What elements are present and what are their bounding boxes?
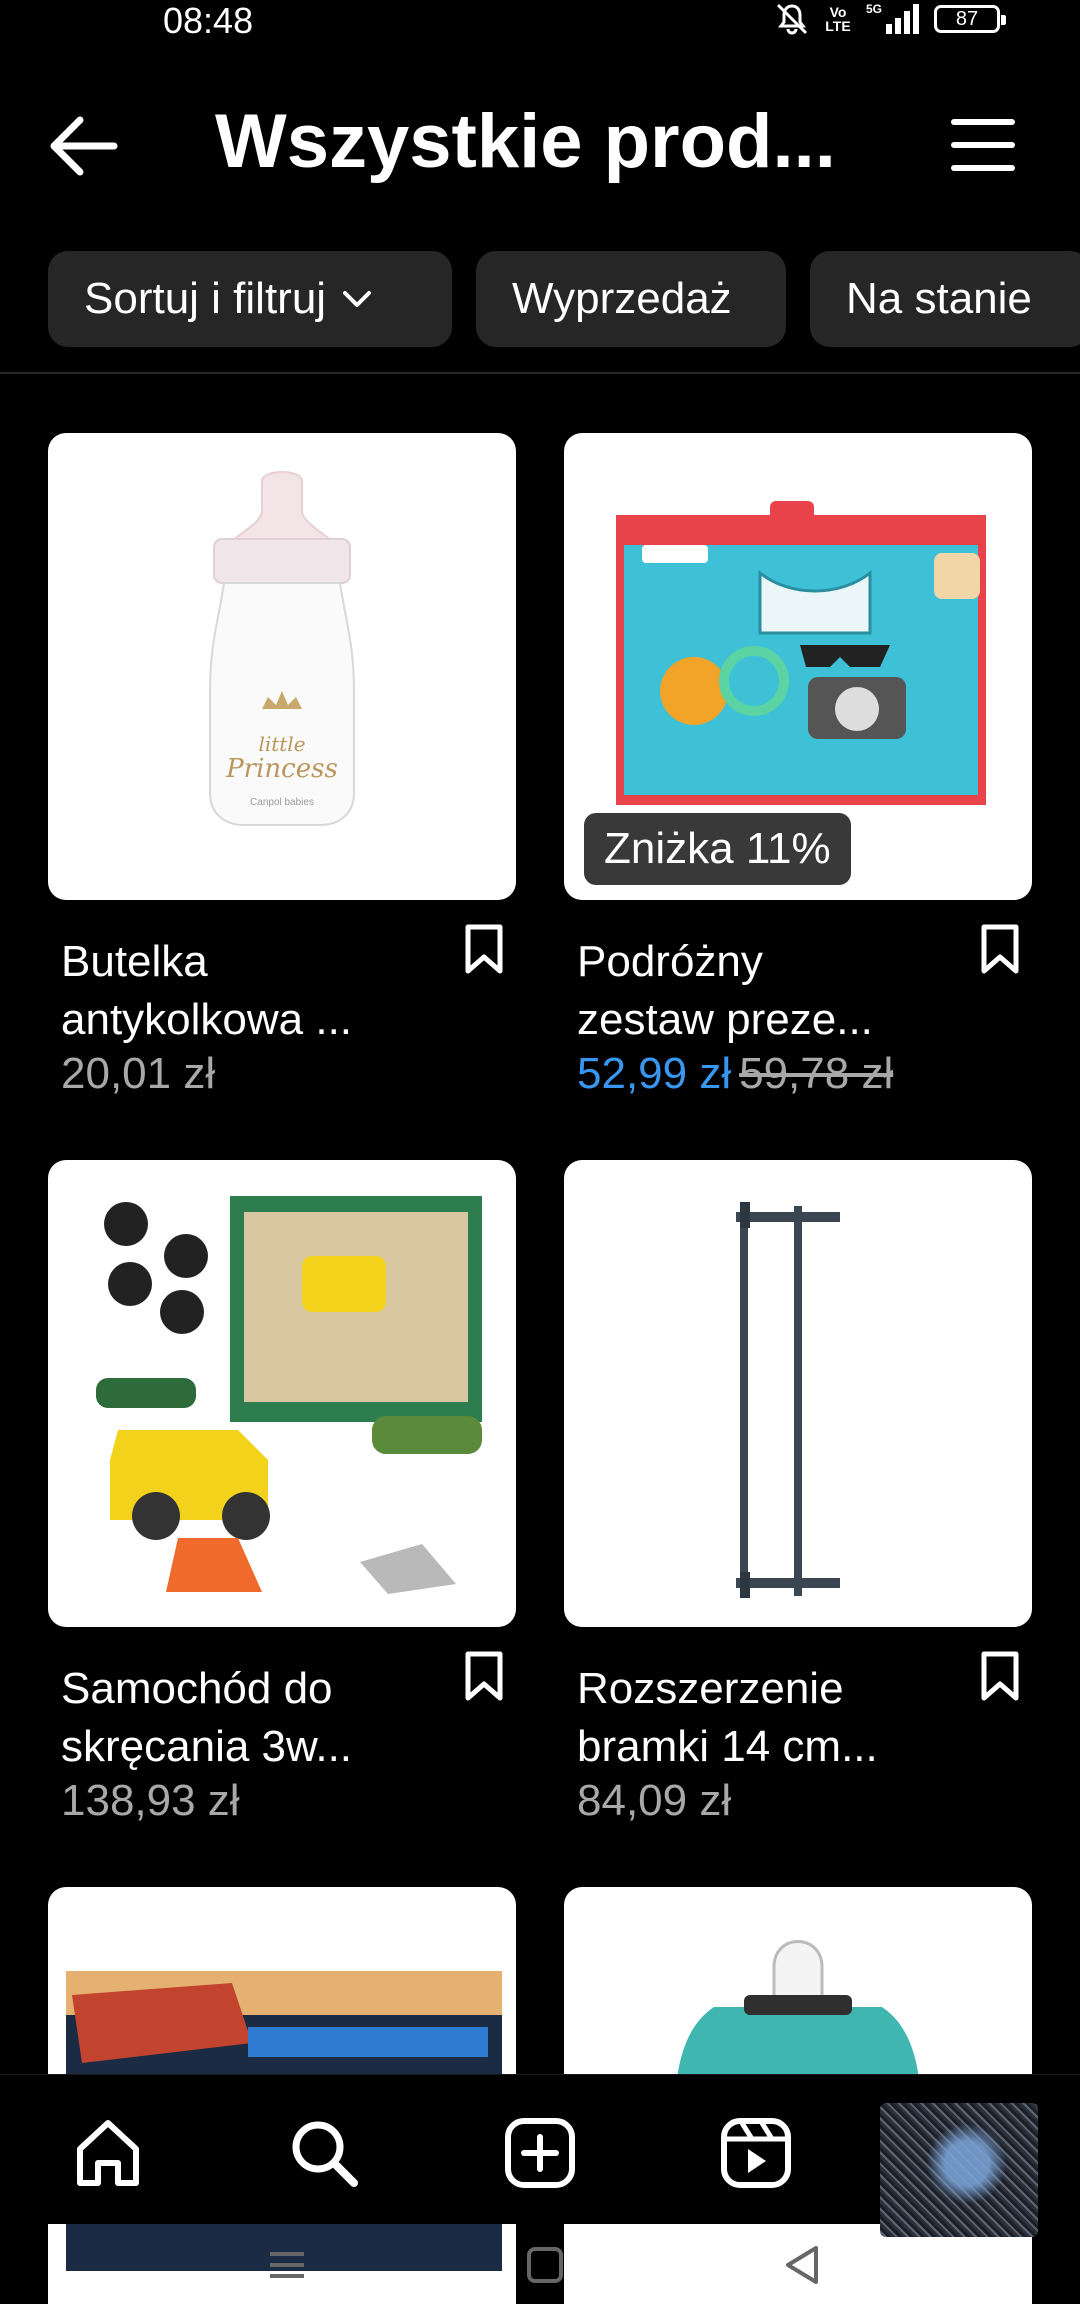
reels-icon (721, 2118, 791, 2188)
menu-button[interactable] (950, 112, 1016, 178)
status-bar: 08:48 Vo LTE 5G 87 (0, 0, 1080, 44)
bookmark-icon (465, 1651, 503, 1701)
chevron-down-icon (342, 289, 372, 309)
create-icon (505, 2118, 575, 2188)
divider (0, 372, 1080, 374)
svg-text:5G: 5G (866, 2, 882, 16)
filter-chips: Sortuj i filtruj Wyprzedaż Na stanie (48, 251, 1080, 347)
page-header: Wszystkie prod... (0, 90, 1080, 200)
bookmark-icon (981, 1651, 1019, 1701)
page-title: Wszystkie prod... (215, 99, 836, 184)
baby-bottle-image: little Princess Canpol babies (209, 471, 355, 826)
gate-extension-image (736, 1202, 840, 1598)
bookmark-button[interactable] (460, 923, 508, 975)
back-button[interactable] (44, 112, 124, 180)
sale-chip[interactable]: Wyprzedaż (476, 251, 786, 347)
product-image[interactable]: little Princess Canpol babies (48, 433, 516, 900)
arrow-left-icon (50, 116, 118, 176)
home-button-icon (527, 2247, 563, 2283)
toy-car-set-image (96, 1196, 482, 1594)
home-icon (77, 2120, 139, 2186)
product-image[interactable] (564, 1160, 1032, 1627)
product-name[interactable]: Podróżny zestaw preze... (577, 933, 977, 1049)
product-price: 138,93 zł (61, 1776, 240, 1825)
sale-price: 52,99 zł (577, 1049, 732, 1098)
recents-button[interactable] (262, 2240, 312, 2290)
product-price: 52,99 zł 59,78 zł (577, 1049, 893, 1099)
volte-icon: Vo LTE (825, 4, 851, 34)
nav-reels[interactable] (718, 2115, 794, 2191)
sort-filter-label: Sortuj i filtruj (84, 274, 327, 323)
discount-badge: Zniżka 11% (584, 813, 851, 885)
hamburger-menu-icon (951, 119, 1015, 171)
profile-avatar[interactable] (880, 2103, 1038, 2237)
product-name[interactable]: Butelka antykolkowa ... (61, 933, 461, 1049)
nav-search[interactable] (286, 2115, 362, 2191)
product-price: 20,01 zł (61, 1049, 216, 1098)
status-icons: Vo LTE 5G 87 (774, 2, 1006, 36)
product-name[interactable]: Samochód do skręcania 3w... (61, 1660, 461, 1776)
in-stock-chip[interactable]: Na stanie (810, 251, 1080, 347)
svg-text:Princess: Princess (225, 754, 338, 784)
battery-level: 87 (955, 7, 979, 30)
old-price: 59,78 zł (739, 1049, 894, 1098)
product-name[interactable]: Rozszerzenie bramki 14 cm... (577, 1660, 977, 1776)
recents-icon (270, 2252, 304, 2278)
bookmark-button[interactable] (460, 1650, 508, 1702)
nav-home[interactable] (70, 2115, 146, 2191)
sale-chip-label: Wyprzedaż (512, 274, 732, 323)
search-icon (292, 2121, 358, 2187)
bookmark-button[interactable] (976, 1650, 1024, 1702)
sort-filter-chip[interactable]: Sortuj i filtruj (48, 251, 452, 347)
product-image[interactable]: Zniżka 11% (564, 433, 1032, 900)
product-image[interactable] (48, 1160, 516, 1627)
in-stock-chip-label: Na stanie (846, 274, 1032, 323)
back-system-button[interactable] (778, 2240, 828, 2290)
product-price: 84,09 zł (577, 1776, 732, 1825)
back-triangle-icon (786, 2246, 818, 2284)
svg-text:little: little (258, 732, 305, 756)
mute-icon (774, 2, 810, 36)
home-system-button[interactable] (520, 2240, 570, 2290)
signal-icon: 5G (866, 2, 920, 36)
battery-icon: 87 (934, 5, 1006, 33)
bookmark-icon (465, 924, 503, 974)
svg-text:Canpol babies: Canpol babies (250, 797, 314, 808)
bookmark-button[interactable] (976, 923, 1024, 975)
bottom-navigation (0, 2074, 1080, 2237)
bookmark-icon (981, 924, 1019, 974)
nav-create[interactable] (502, 2115, 578, 2191)
system-navigation (0, 2224, 1080, 2304)
status-time: 08:48 (163, 0, 254, 41)
